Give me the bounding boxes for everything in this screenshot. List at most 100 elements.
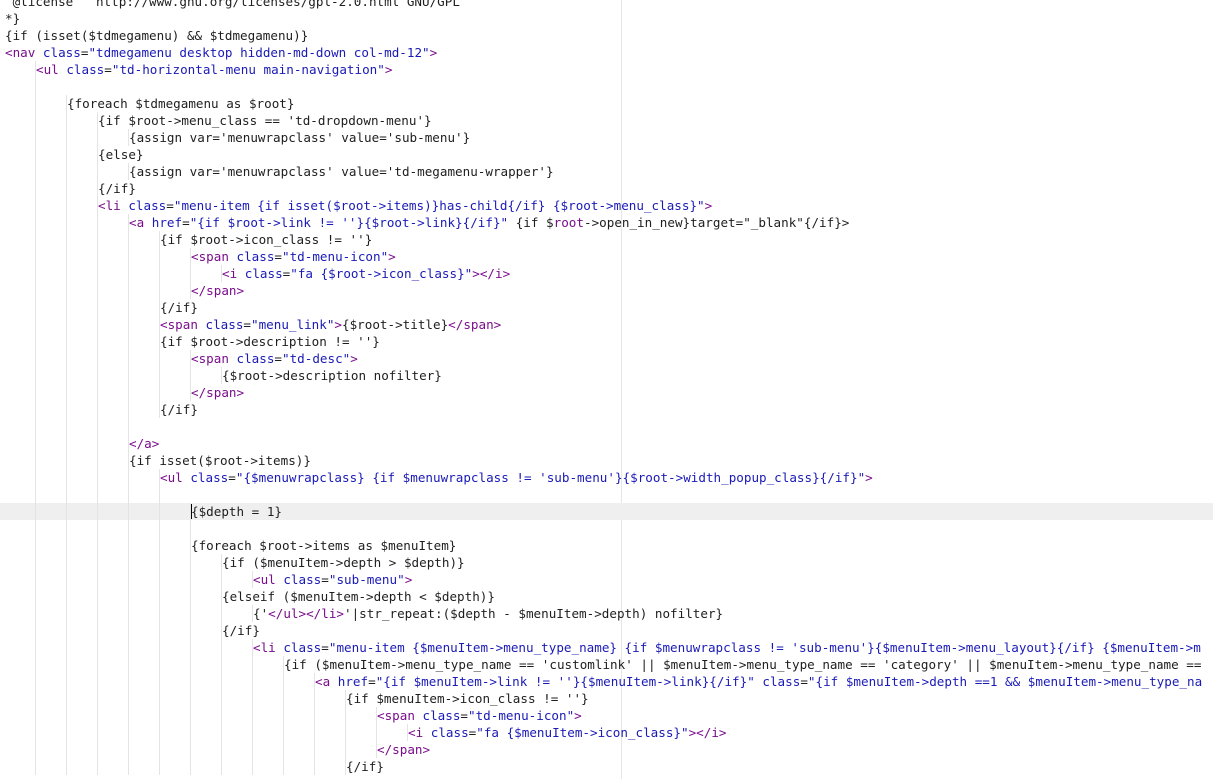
code-token: > [384,62,393,77]
code-line[interactable]: <a href="{if $menuItem->link != ''}{$men… [0,673,1213,690]
indent-guide [35,605,36,622]
indent-guide [97,673,98,690]
indent-guide [221,690,222,707]
code-token: "fa {$root->icon_class}" [290,266,473,281]
indent-guide [345,724,346,741]
code-line[interactable]: {if $root->description != ''} [0,333,1213,350]
code-line[interactable]: </span> [0,282,1213,299]
indent-guide [66,112,67,129]
code-line[interactable]: <ul class="{$menuwrapclass} {if $menuwra… [0,469,1213,486]
code-line[interactable]: {/if} [0,401,1213,418]
indent-guide [66,724,67,741]
code-text: *} [5,10,20,27]
code-text: {if isset($root->items)} [129,452,311,469]
code-line[interactable]: {if ($menuItem->depth > $depth)} [0,554,1213,571]
code-token: <span [377,708,423,723]
indent-guide [97,265,98,282]
code-line[interactable] [0,520,1213,537]
indent-guide [97,571,98,588]
code-line[interactable]: {assign var='menuwrapclass' value='sub-m… [0,129,1213,146]
code-line[interactable]: <span class="td-menu-icon"> [0,707,1213,724]
code-line[interactable]: <span class="td-desc"> [0,350,1213,367]
indent-guide [159,741,160,758]
code-line[interactable]: {assign var='menuwrapclass' value='td-me… [0,163,1213,180]
code-line[interactable]: {if (isset($tdmegamenu) && $tdmegamenu)} [0,27,1213,44]
indent-guide [97,724,98,741]
indent-guide [252,707,253,724]
code-line[interactable]: *} [0,10,1213,27]
indent-guide [35,163,36,180]
code-line[interactable]: {if $menuItem->icon_class != ''} [0,690,1213,707]
indent-guide [97,537,98,554]
code-line[interactable]: </a> [0,435,1213,452]
code-line[interactable]: <i class="fa {$menuItem->icon_class}"></… [0,724,1213,741]
code-line[interactable]: <i class="fa {$root->icon_class}"></i> [0,265,1213,282]
indent-guide [97,486,98,503]
code-editor[interactable]: @license http://www.gnu.org/licenses/gpl… [0,0,1213,779]
indent-guide [66,605,67,622]
indent-guide [283,741,284,758]
code-text: {assign var='menuwrapclass' value='sub-m… [129,129,470,146]
code-line[interactable]: <ul class="td-horizontal-menu main-navig… [0,61,1213,78]
code-text: <ul class="sub-menu"> [253,571,412,588]
indent-guide [35,690,36,707]
indent-guide [221,724,222,741]
code-line[interactable]: {$root->description nofilter} [0,367,1213,384]
code-line[interactable]: <span class="menu_link">{$root->title}</… [0,316,1213,333]
code-line[interactable]: <li class="menu-item {if isset($root->it… [0,197,1213,214]
code-line[interactable]: {if isset($root->items)} [0,452,1213,469]
indent-guide [66,503,67,520]
indent-guide [97,622,98,639]
code-line[interactable]: <ul class="sub-menu"> [0,571,1213,588]
indent-guide [283,690,284,707]
indent-guide [128,503,129,520]
indent-guide [35,418,36,435]
code-token: {/if} [346,759,384,774]
code-line[interactable]: {foreach $root->items as $menuItem} [0,537,1213,554]
indent-guide [159,520,160,537]
code-token: > [704,198,713,213]
code-line[interactable] [0,486,1213,503]
code-line[interactable]: <a href="{if $root->link != ''}{$root->l… [0,214,1213,231]
indent-guide [35,758,36,775]
code-line[interactable]: {foreach $tdmegamenu as $root} [0,95,1213,112]
code-line[interactable]: </span> [0,384,1213,401]
indent-guide [35,367,36,384]
code-line[interactable]: </span> [0,741,1213,758]
code-line[interactable]: {else} [0,146,1213,163]
code-line[interactable]: <li class="menu-item {$menuItem->menu_ty… [0,639,1213,656]
code-line[interactable]: {/if} [0,180,1213,197]
code-line[interactable]: {/if} [0,622,1213,639]
indent-guide [35,622,36,639]
code-token: {if ($menuItem->menu_type_name == 'custo… [284,657,1202,672]
code-token: <a [315,674,338,689]
code-line[interactable]: {if ($menuItem->menu_type_name == 'custo… [0,656,1213,673]
indent-guide [128,588,129,605]
code-line[interactable]: <span class="td-menu-icon"> [0,248,1213,265]
code-line[interactable]: {$depth = 1} [0,503,1213,520]
code-line[interactable]: {/if} [0,299,1213,316]
code-text: </a> [129,435,159,452]
code-line[interactable]: {if $root->icon_class != ''} [0,231,1213,248]
indent-guide [35,554,36,571]
indent-guide [221,707,222,724]
indent-guide [190,639,191,656]
code-line[interactable]: {'</ul></li>'|str_repeat:($depth - $menu… [0,605,1213,622]
code-line[interactable] [0,418,1213,435]
code-text: {/if} [222,622,260,639]
code-text: </span> [191,282,244,299]
indent-guide [159,350,160,367]
code-line[interactable]: {/if} [0,758,1213,775]
code-line[interactable] [0,78,1213,95]
indent-guide [97,741,98,758]
indent-guide [314,707,315,724]
code-line[interactable]: <nav class="tdmegamenu desktop hidden-md… [0,44,1213,61]
code-token: class [422,708,461,723]
code-line[interactable]: {elseif ($menuItem->depth < $depth)} [0,588,1213,605]
indent-guide [35,316,36,333]
code-line[interactable]: @license http://www.gnu.org/licenses/gpl… [0,0,1213,10]
indent-guide [35,469,36,486]
indent-guide [190,622,191,639]
code-line[interactable]: {if $root->menu_class == 'td-dropdown-me… [0,112,1213,129]
indent-guide [190,741,191,758]
